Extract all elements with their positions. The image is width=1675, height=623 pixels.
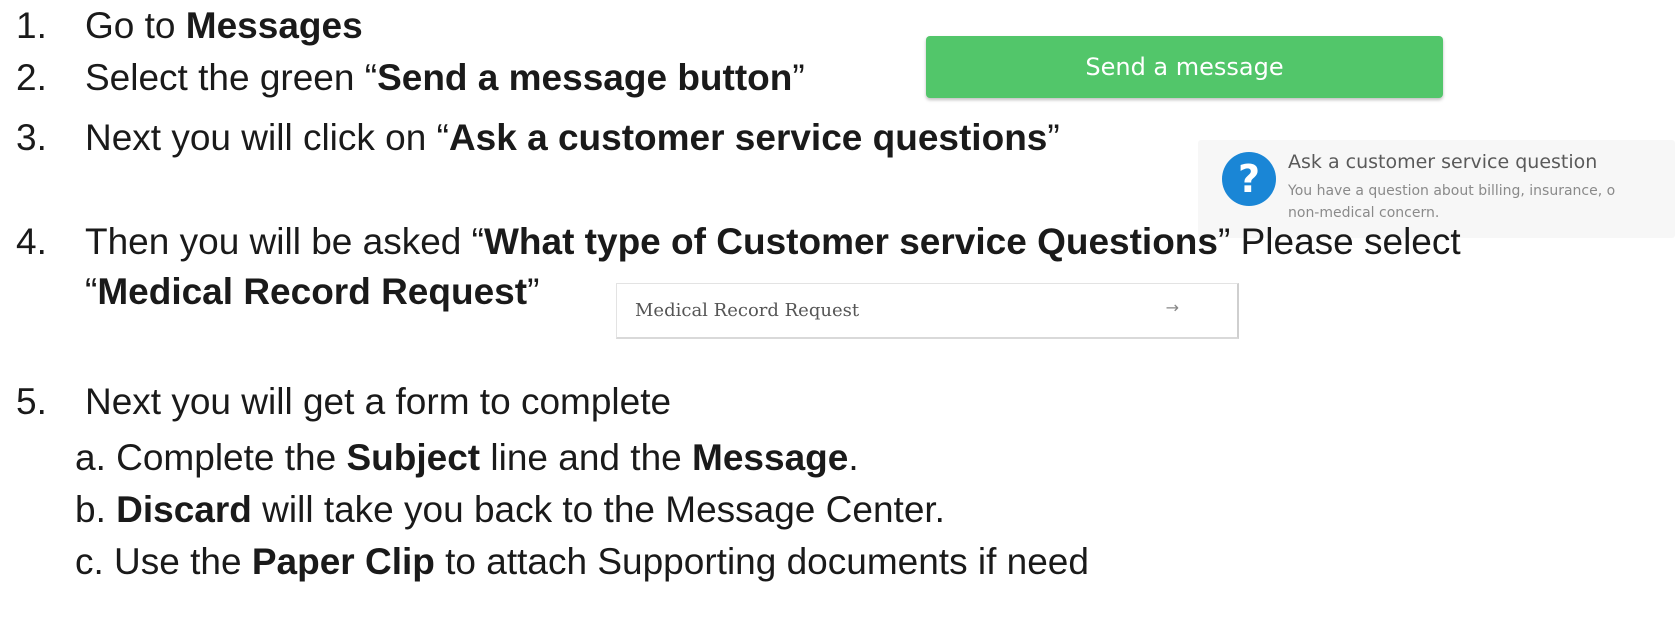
- question-icon-glyph: ?: [1237, 157, 1261, 201]
- step-5a-bold-subject: Subject: [346, 437, 481, 478]
- customer-service-desc-line-1: You have a question about billing, insur…: [1288, 183, 1616, 199]
- arrow-right-icon: →: [1165, 298, 1179, 317]
- step-3-number: 3.: [16, 117, 47, 158]
- customer-service-option-description: You have a question about billing, insur…: [1288, 180, 1675, 224]
- step-2-text: Select the green “: [85, 57, 378, 98]
- customer-service-option-title: Ask a customer service question: [1288, 151, 1598, 173]
- step-4-open-quote: “: [85, 271, 98, 312]
- step-2-close-quote: ”: [792, 57, 805, 98]
- step-4-bold: What type of Customer service Questions: [483, 221, 1218, 262]
- step-2-bold: Send a message button: [377, 57, 793, 98]
- step-3: Next you will click on “Ask a customer s…: [85, 116, 1060, 160]
- step-5a-text: a. Complete the: [75, 437, 347, 478]
- step-5b-text: b.: [75, 489, 117, 530]
- step-4-close-quote: ”: [527, 271, 540, 312]
- step-1: Go to Messages: [85, 4, 363, 48]
- step-4-line-1: Then you will be asked “What type of Cus…: [85, 220, 1461, 264]
- step-5c-text: c. Use the: [75, 541, 252, 582]
- step-5a-mid: line and the: [480, 437, 693, 478]
- step-1-bold: Messages: [185, 5, 363, 46]
- step-3-bold: Ask a customer service questions: [448, 117, 1048, 158]
- step-5b-tail: will take you back to the Message Center…: [251, 489, 945, 530]
- step-1-text: Go to: [85, 5, 186, 46]
- step-4-line-2: “Medical Record Request”: [85, 270, 539, 314]
- medical-record-request-label: Medical Record Request: [635, 300, 860, 321]
- step-3-text: Next you will click on “: [85, 117, 449, 158]
- step-4-text: Then you will be asked “: [85, 221, 484, 262]
- step-2: Select the green “Send a message button”: [85, 56, 805, 100]
- step-4-option-bold: Medical Record Request: [97, 271, 528, 312]
- step-5c-bold: Paper Clip: [251, 541, 435, 582]
- send-message-button[interactable]: Send a message: [926, 36, 1443, 98]
- step-5: Next you will get a form to complete: [85, 381, 672, 422]
- step-2-number: 2.: [16, 57, 47, 98]
- step-1-number: 1.: [16, 5, 47, 46]
- step-5-number: 5.: [16, 381, 47, 422]
- step-4-number: 4.: [16, 221, 47, 262]
- step-5c-tail: to attach Supporting documents if need: [434, 541, 1089, 582]
- step-5b-bold: Discard: [116, 489, 252, 530]
- step-5b: b. Discard will take you back to the Mes…: [75, 488, 945, 532]
- step-4-tail: ” Please select: [1218, 221, 1461, 262]
- question-icon: ?: [1222, 152, 1276, 206]
- step-5a-period: .: [848, 437, 859, 478]
- step-5a: a. Complete the Subject line and the Mes…: [75, 436, 859, 480]
- medical-record-request-option[interactable]: Medical Record Request →: [616, 283, 1239, 339]
- step-5a-bold-message: Message: [692, 437, 849, 478]
- step-3-close-quote: ”: [1047, 117, 1060, 158]
- send-message-label: Send a message: [1085, 53, 1284, 81]
- step-5c: c. Use the Paper Clip to attach Supporti…: [75, 540, 1089, 584]
